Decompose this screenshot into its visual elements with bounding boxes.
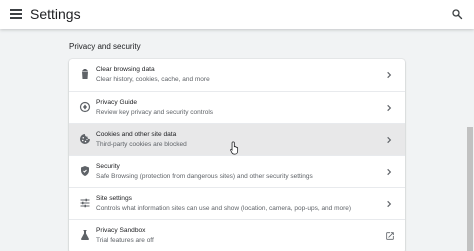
row-title: Clear browsing data: [96, 66, 155, 73]
row-subtitle: Safe Browsing (protection from dangerous…: [96, 173, 313, 180]
row-title: Privacy Guide: [96, 99, 138, 106]
scrollbar-thumb[interactable]: [467, 127, 473, 251]
privacy-security-card: Clear browsing data Clear history, cooki…: [69, 59, 405, 251]
row-subtitle: Controls what information sites can use …: [96, 205, 352, 212]
row-privacy-sandbox[interactable]: Privacy Sandbox Trial features are off: [69, 219, 405, 251]
privacy-guide-icon: [79, 101, 91, 113]
row-privacy-guide[interactable]: Privacy Guide Review key privacy and sec…: [69, 91, 405, 123]
section-title-privacy-and-security: Privacy and security: [69, 42, 141, 51]
row-subtitle: Third-party cookies are blocked: [96, 141, 187, 148]
chevron-right-icon: [387, 71, 392, 79]
external-link-icon[interactable]: [385, 231, 395, 241]
cookie-icon: [80, 134, 90, 144]
chevron-right-icon: [387, 168, 392, 176]
row-subtitle: Trial features are off: [96, 237, 154, 244]
row-cookies-and-site-data[interactable]: Cookies and other site data Third-party …: [69, 123, 405, 155]
hamburger-menu-icon[interactable]: [10, 9, 22, 19]
chevron-right-icon: [387, 200, 392, 208]
flask-icon: [81, 230, 89, 240]
row-subtitle: Review key privacy and security controls: [96, 109, 214, 116]
row-title: Privacy Sandbox: [96, 227, 146, 234]
chevron-right-icon: [387, 104, 392, 112]
row-site-settings[interactable]: Site settings Controls what information …: [69, 187, 405, 219]
chevron-right-icon: [387, 136, 392, 144]
tune-sliders-icon: [80, 198, 90, 208]
row-clear-browsing-data[interactable]: Clear browsing data Clear history, cooki…: [69, 59, 405, 91]
page-title: Settings: [30, 6, 81, 22]
trash-icon: [82, 69, 88, 79]
settings-toolbar: Settings: [0, 0, 474, 29]
shield-icon: [81, 166, 89, 176]
row-title: Site settings: [96, 195, 132, 202]
row-title: Cookies and other site data: [96, 131, 177, 138]
search-icon[interactable]: [451, 8, 463, 20]
row-security[interactable]: Security Safe Browsing (protection from …: [69, 155, 405, 187]
row-subtitle: Clear history, cookies, cache, and more: [96, 76, 210, 83]
row-title: Security: [96, 163, 120, 170]
